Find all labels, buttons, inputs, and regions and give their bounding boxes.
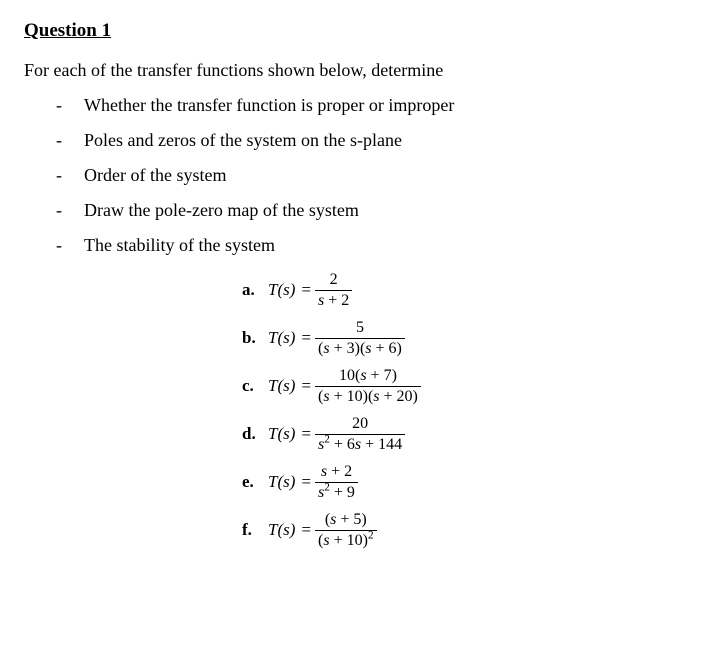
eq-fraction: 5 (s + 3)(s + 6) bbox=[315, 319, 405, 357]
equation-item-e: e. T(s) = s + 2 s2 + 9 bbox=[242, 462, 358, 502]
bullet-text: Order of the system bbox=[84, 165, 226, 186]
bullet-text: Poles and zeros of the system on the s-p… bbox=[84, 130, 402, 151]
equation-list: a. T(s) = 2 s + 2 b. T(s) = 5 (s + 3)(s … bbox=[242, 270, 681, 558]
bullet-text: Draw the pole-zero map of the system bbox=[84, 200, 359, 221]
eq-equals: = bbox=[301, 472, 311, 492]
eq-lhs: T(s) bbox=[268, 472, 295, 492]
equation-item-a: a. T(s) = 2 s + 2 bbox=[242, 270, 352, 310]
eq-fraction: 2 s + 2 bbox=[315, 271, 352, 309]
bullet-list: - Whether the transfer function is prope… bbox=[56, 95, 681, 256]
bullet-item: - The stability of the system bbox=[56, 235, 681, 256]
eq-lhs: T(s) bbox=[268, 520, 295, 540]
bullet-item: - Draw the pole-zero map of the system bbox=[56, 200, 681, 221]
eq-numerator: 2 bbox=[327, 271, 341, 290]
eq-denominator: s2 + 9 bbox=[315, 482, 358, 502]
bullet-item: - Order of the system bbox=[56, 165, 681, 186]
eq-equals: = bbox=[301, 280, 311, 300]
eq-equals: = bbox=[301, 328, 311, 348]
equation-item-c: c. T(s) = 10(s + 7) (s + 10)(s + 20) bbox=[242, 366, 421, 406]
eq-equals: = bbox=[301, 424, 311, 444]
eq-lhs: T(s) bbox=[268, 328, 295, 348]
eq-numerator: 10(s + 7) bbox=[336, 367, 400, 386]
eq-fraction: 20 s2 + 6s + 144 bbox=[315, 415, 405, 453]
item-label: e. bbox=[242, 472, 268, 492]
eq-denominator: (s + 3)(s + 6) bbox=[315, 338, 405, 358]
item-label: b. bbox=[242, 328, 268, 348]
bullet-text: The stability of the system bbox=[84, 235, 275, 256]
eq-equals: = bbox=[301, 520, 311, 540]
bullet-item: - Poles and zeros of the system on the s… bbox=[56, 130, 681, 151]
eq-lhs: T(s) bbox=[268, 280, 295, 300]
eq-denominator: s2 + 6s + 144 bbox=[315, 434, 405, 454]
intro-text: For each of the transfer functions shown… bbox=[24, 60, 681, 81]
eq-equals: = bbox=[301, 376, 311, 396]
eq-numerator: (s + 5) bbox=[322, 511, 370, 530]
eq-fraction: s + 2 s2 + 9 bbox=[315, 463, 358, 501]
item-label: d. bbox=[242, 424, 268, 444]
eq-numerator: 20 bbox=[349, 415, 371, 434]
bullet-marker: - bbox=[56, 200, 74, 221]
eq-lhs: T(s) bbox=[268, 376, 295, 396]
eq-denominator: (s + 10)(s + 20) bbox=[315, 386, 421, 406]
eq-lhs: T(s) bbox=[268, 424, 295, 444]
bullet-marker: - bbox=[56, 130, 74, 151]
bullet-item: - Whether the transfer function is prope… bbox=[56, 95, 681, 116]
question-title: Question 1 bbox=[24, 20, 681, 42]
bullet-marker: - bbox=[56, 235, 74, 256]
eq-fraction: (s + 5) (s + 10)2 bbox=[315, 511, 377, 549]
eq-numerator: 5 bbox=[353, 319, 367, 338]
eq-denominator: (s + 10)2 bbox=[315, 530, 377, 550]
equation-item-f: f. T(s) = (s + 5) (s + 10)2 bbox=[242, 510, 377, 550]
equation-item-d: d. T(s) = 20 s2 + 6s + 144 bbox=[242, 414, 405, 454]
equation-item-b: b. T(s) = 5 (s + 3)(s + 6) bbox=[242, 318, 405, 358]
eq-fraction: 10(s + 7) (s + 10)(s + 20) bbox=[315, 367, 421, 405]
item-label: a. bbox=[242, 280, 268, 300]
bullet-marker: - bbox=[56, 165, 74, 186]
eq-denominator: s + 2 bbox=[315, 290, 352, 310]
item-label: f. bbox=[242, 520, 268, 540]
eq-numerator: s + 2 bbox=[318, 463, 355, 482]
bullet-text: Whether the transfer function is proper … bbox=[84, 95, 454, 116]
item-label: c. bbox=[242, 376, 268, 396]
bullet-marker: - bbox=[56, 95, 74, 116]
